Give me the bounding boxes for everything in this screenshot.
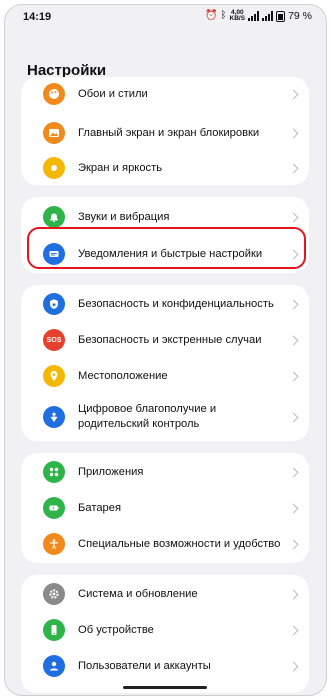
signal-icon — [248, 11, 260, 21]
accessibility-icon — [43, 533, 65, 555]
settings-item-accessibility[interactable]: Специальные возможности и удобство — [21, 527, 309, 561]
settings-item-label: Специальные возможности и удобство — [78, 537, 281, 550]
network-speed: 4,00 KB/S — [229, 9, 246, 22]
chevron-right-icon — [288, 299, 299, 309]
settings-item-label: Безопасность и конфиденциальность — [78, 297, 274, 310]
location-pin-icon — [43, 365, 65, 387]
settings-item-display[interactable]: Экран и яркость — [21, 151, 309, 185]
settings-item-label: Обои и стили — [78, 87, 148, 100]
chevron-right-icon — [288, 503, 299, 513]
chevron-right-icon — [288, 163, 299, 173]
chevron-right-icon — [288, 539, 299, 549]
chevron-right-icon — [288, 89, 299, 99]
settings-item-label: Местоположение — [78, 369, 168, 382]
settings-group-system: Система и обновление Об устройстве Польз… — [21, 575, 309, 693]
chevron-right-icon — [288, 661, 299, 671]
wellbeing-icon — [43, 406, 65, 428]
settings-item-location[interactable]: Местоположение — [21, 359, 309, 393]
settings-item-wellbeing[interactable]: Цифровое благополучие и родительский кон… — [21, 395, 309, 439]
chevron-right-icon — [288, 467, 299, 477]
settings-item-system[interactable]: Система и обновление — [21, 577, 309, 611]
palette-icon — [43, 83, 65, 105]
settings-group-apps: Приложения Батарея Специальные возможнос… — [21, 453, 309, 563]
battery-icon — [276, 10, 286, 22]
sos-icon: SOS — [43, 329, 65, 351]
settings-item-label: Экран и яркость — [78, 161, 163, 174]
person-icon — [43, 655, 65, 677]
settings-item-label: Пользователи и аккаунты — [78, 659, 211, 672]
settings-item-apps[interactable]: Приложения — [21, 455, 309, 489]
chevron-right-icon — [288, 589, 299, 599]
battery-percent: 79 % — [288, 10, 312, 22]
status-bar: 14:19 ⏰ ᛒ 4,00 KB/S 79 % — [5, 5, 326, 33]
signal-icon-2 — [262, 11, 274, 21]
settings-item-home-screen[interactable]: Главный экран и экран блокировки — [21, 115, 309, 151]
home-indicator — [123, 686, 207, 689]
highlight-frame — [27, 227, 306, 269]
chevron-right-icon — [288, 128, 299, 138]
settings-item-label: Батарея — [78, 501, 122, 514]
settings-item-label: Безопасность и экстренные случаи — [78, 333, 262, 346]
gear-icon — [43, 583, 65, 605]
phone-screen: 14:19 ⏰ ᛒ 4,00 KB/S 79 % Настройки Обои и… — [4, 4, 327, 696]
settings-item-label: Система и обновление — [78, 587, 198, 600]
settings-item-label: Приложения — [78, 465, 144, 478]
chevron-right-icon — [288, 335, 299, 345]
settings-item-privacy[interactable]: Безопасность и конфиденциальность — [21, 287, 309, 321]
image-icon — [43, 122, 65, 144]
settings-item-battery[interactable]: Батарея — [21, 491, 309, 525]
apps-grid-icon — [43, 461, 65, 483]
settings-item-about[interactable]: Об устройстве — [21, 613, 309, 647]
settings-group-display: Обои и стили Главный экран и экран блоки… — [21, 77, 309, 185]
phone-icon — [43, 619, 65, 641]
settings-item-emergency[interactable]: SOS Безопасность и экстренные случаи — [21, 323, 309, 357]
settings-item-label: Цифровое благополучие и родительский кон… — [78, 403, 217, 430]
settings-item-wallpapers[interactable]: Обои и стили — [21, 79, 309, 109]
chevron-right-icon — [288, 371, 299, 381]
status-time: 14:19 — [23, 11, 52, 23]
settings-item-label: Об устройстве — [78, 623, 154, 636]
settings-item-users[interactable]: Пользователи и аккаунты — [21, 649, 309, 683]
chevron-right-icon — [288, 212, 299, 222]
battery-icon — [43, 497, 65, 519]
settings-item-label: Звуки и вибрация — [78, 210, 170, 223]
bell-icon — [43, 206, 65, 228]
chevron-right-icon — [288, 625, 299, 635]
chevron-right-icon — [288, 412, 299, 422]
settings-item-label: Главный экран и экран блокировки — [78, 126, 260, 139]
lock-icon — [43, 293, 65, 315]
bluetooth-icon: ᛒ — [220, 10, 227, 21]
sun-icon — [43, 157, 65, 179]
settings-group-security: Безопасность и конфиденциальность SOS Бе… — [21, 285, 309, 441]
alarm-icon: ⏰ — [205, 10, 218, 21]
